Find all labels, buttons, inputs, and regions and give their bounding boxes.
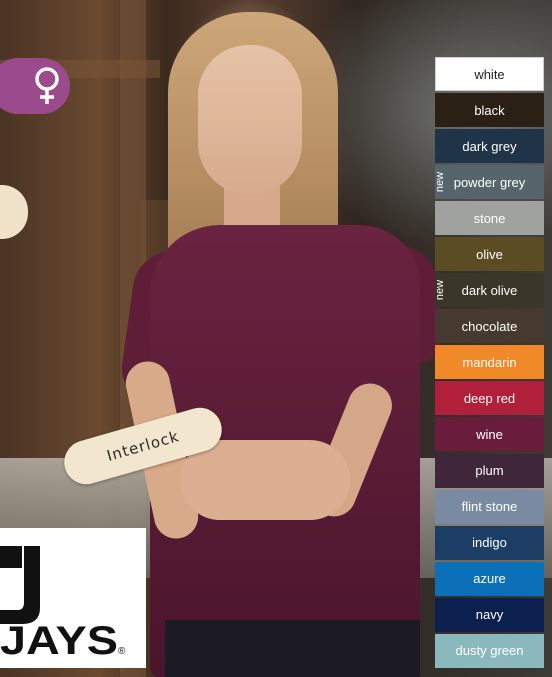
color-swatch-indigo[interactable]: indigo bbox=[435, 525, 544, 560]
color-swatch-stone[interactable]: stone bbox=[435, 201, 544, 236]
color-swatch-azure[interactable]: azure bbox=[435, 561, 544, 596]
color-swatch-powder-grey[interactable]: powder grey new bbox=[434, 165, 544, 200]
brand-logo: JAYS ® bbox=[0, 528, 146, 668]
color-swatch-label: wine bbox=[476, 426, 503, 442]
color-swatch-list: white black dark grey powder grey new stone ol… bbox=[434, 57, 544, 670]
brand-logo-mark: JAYS ® bbox=[0, 546, 126, 663]
color-swatch-label: white bbox=[474, 66, 505, 82]
color-swatch-label: navy bbox=[475, 607, 504, 623]
color-swatch-flint-stone[interactable]: flint stone bbox=[435, 489, 544, 524]
color-swatch-label: dark olive bbox=[461, 282, 518, 298]
color-swatch-dusty-green[interactable]: dusty green bbox=[435, 633, 544, 668]
svg-text:JAYS: JAYS bbox=[0, 619, 118, 663]
color-swatch-deep-red[interactable]: deep red bbox=[435, 381, 544, 416]
color-swatch-plum[interactable]: plum bbox=[435, 453, 544, 488]
color-swatch-label: chocolate bbox=[461, 318, 518, 334]
color-swatch-mandarin[interactable]: mandarin bbox=[435, 345, 544, 380]
color-swatch-label: flint stone bbox=[461, 499, 518, 515]
color-swatch-dark-olive[interactable]: dark olive new bbox=[434, 273, 544, 308]
color-swatch-label: mandarin bbox=[462, 354, 517, 370]
model-hands bbox=[180, 440, 350, 520]
new-badge: new bbox=[434, 172, 446, 193]
svg-text:®: ® bbox=[118, 646, 126, 657]
color-swatch-black[interactable]: black bbox=[435, 93, 544, 128]
female-symbol-icon bbox=[35, 67, 59, 104]
model-pants bbox=[165, 620, 420, 677]
female-badge bbox=[0, 58, 70, 114]
color-swatch-chocolate[interactable]: chocolate bbox=[435, 309, 544, 344]
color-swatch-dark-grey[interactable]: dark grey bbox=[435, 129, 544, 164]
color-swatch-label: deep red bbox=[463, 390, 516, 406]
color-swatch-label: stone bbox=[473, 210, 506, 226]
color-swatch-olive[interactable]: olive bbox=[435, 237, 544, 272]
color-swatch-label: indigo bbox=[472, 535, 507, 551]
new-badge: new bbox=[434, 280, 446, 301]
color-swatch-wine[interactable]: wine bbox=[435, 417, 544, 452]
color-swatch-label: olive bbox=[476, 246, 503, 262]
color-swatch-label: black bbox=[474, 102, 505, 118]
model-face bbox=[198, 45, 302, 195]
color-swatch-label: dusty green bbox=[455, 643, 524, 659]
color-swatch-label: azure bbox=[473, 571, 506, 587]
color-swatch-label: dark grey bbox=[462, 138, 517, 154]
color-swatch-white[interactable]: white bbox=[435, 57, 544, 91]
color-swatch-navy[interactable]: navy bbox=[435, 597, 544, 632]
color-swatch-label: plum bbox=[475, 463, 504, 479]
color-swatch-label: powder grey bbox=[453, 174, 526, 190]
